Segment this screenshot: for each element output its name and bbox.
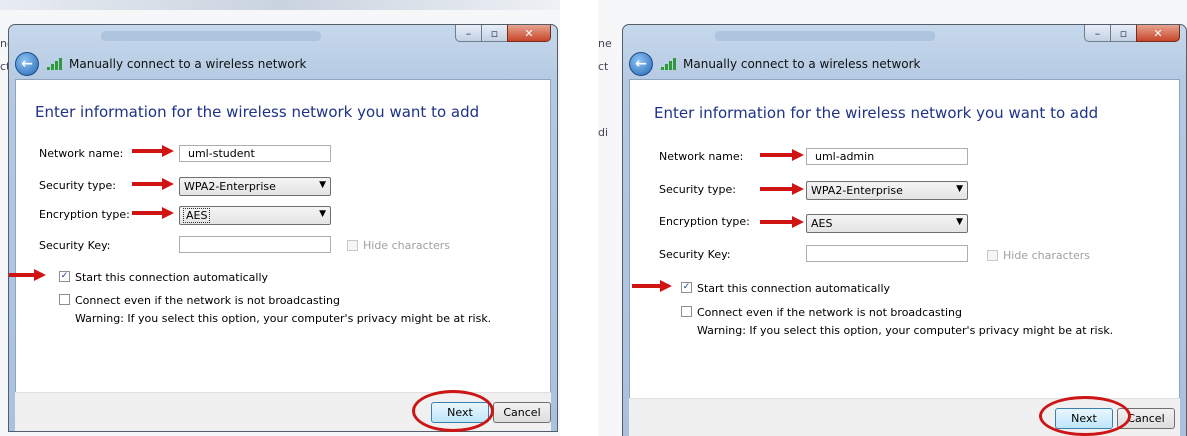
window-title: Manually connect to a wireless network <box>69 57 307 71</box>
security-type-select[interactable]: WPA2-Enterprise ▼ <box>806 181 968 200</box>
wireless-network-icon <box>661 58 677 70</box>
cancel-button[interactable]: Cancel <box>493 402 551 423</box>
background-window-strip <box>0 0 560 10</box>
annotation-arrow <box>632 280 672 292</box>
back-arrow-icon[interactable]: ← <box>15 52 39 76</box>
dropdown-arrow-icon: ▼ <box>319 209 326 219</box>
start-automatically-label: Start this connection automatically <box>697 282 891 295</box>
annotation-arrow <box>760 149 804 161</box>
encryption-type-select[interactable]: AES ▼ <box>806 214 968 233</box>
connect-even-checkbox[interactable] <box>681 306 692 317</box>
connect-even-checkbox[interactable] <box>59 294 70 305</box>
start-automatically-checkbox[interactable]: ✓ <box>59 271 70 282</box>
encryption-type-value: AES <box>182 208 211 223</box>
hide-characters-checkbox[interactable] <box>987 250 998 261</box>
security-key-label: Security Key: <box>39 239 111 252</box>
annotation-arrow <box>132 178 174 190</box>
maximize-button[interactable]: ▫ <box>1110 25 1136 42</box>
title-bar[interactable]: – ▫ ✕ <box>9 25 557 49</box>
address-bar: ← Manually connect to a wireless network <box>629 49 1180 79</box>
connect-even-label: Connect even if the network is not broad… <box>75 294 340 307</box>
connect-even-label: Connect even if the network is not broad… <box>697 306 962 319</box>
hide-characters-label: Hide characters <box>1003 249 1090 262</box>
back-arrow-icon[interactable]: ← <box>629 52 653 76</box>
start-automatically-checkbox[interactable]: ✓ <box>681 282 692 293</box>
dialog-content: Enter information for the wireless netwo… <box>9 79 551 393</box>
annotation-arrow <box>760 216 804 228</box>
dialog-window: – ▫ ✕ ← Manually connect to a wireless n… <box>8 24 558 432</box>
network-name-input[interactable]: uml-student <box>179 145 331 162</box>
annotation-circle <box>412 390 494 432</box>
security-type-value: WPA2-Enterprise <box>811 184 903 197</box>
maximize-button[interactable]: ▫ <box>481 25 507 42</box>
hide-characters-checkbox[interactable] <box>347 240 358 251</box>
title-bar[interactable]: – ▫ ✕ <box>623 25 1186 49</box>
encryption-type-select[interactable]: AES ▼ <box>179 206 331 225</box>
dialog-content: Enter information for the wireless netwo… <box>629 79 1180 399</box>
blurred-title <box>715 31 935 41</box>
network-name-input[interactable]: uml-admin <box>806 148 968 165</box>
dropdown-arrow-icon: ▼ <box>956 184 963 194</box>
privacy-warning-text: Warning: If you select this option, your… <box>697 324 1114 337</box>
security-type-value: WPA2-Enterprise <box>184 180 276 193</box>
page-heading: Enter information for the wireless netwo… <box>35 103 480 121</box>
minimize-button[interactable]: – <box>1084 25 1110 42</box>
background-text-fragment: di <box>598 126 609 139</box>
background-text-fragment: ct <box>598 60 609 73</box>
security-key-input[interactable] <box>179 236 331 253</box>
annotation-arrow <box>9 269 46 281</box>
window-title: Manually connect to a wireless network <box>683 57 921 71</box>
encryption-type-value: AES <box>811 217 833 230</box>
annotation-arrow <box>760 183 804 195</box>
security-type-select[interactable]: WPA2-Enterprise ▼ <box>179 177 331 196</box>
network-name-label: Network name: <box>39 147 124 160</box>
annotation-circle <box>1039 396 1131 436</box>
close-button[interactable]: ✕ <box>1136 25 1180 42</box>
caption-buttons: – ▫ ✕ <box>1084 25 1180 44</box>
encryption-type-label: Encryption type: <box>39 208 130 221</box>
wireless-network-icon <box>47 58 63 70</box>
dropdown-arrow-icon: ▼ <box>956 217 963 227</box>
minimize-button[interactable]: – <box>455 25 481 42</box>
close-button[interactable]: ✕ <box>507 25 551 42</box>
security-type-label: Security type: <box>39 179 116 192</box>
encryption-type-label: Encryption type: <box>659 215 750 228</box>
security-key-label: Security Key: <box>659 248 731 261</box>
annotation-arrow <box>132 145 174 157</box>
page-heading: Enter information for the wireless netwo… <box>654 104 1099 122</box>
annotation-arrow <box>132 207 174 219</box>
network-name-label: Network name: <box>659 150 744 163</box>
start-automatically-label: Start this connection automatically <box>75 271 269 284</box>
privacy-warning-text: Warning: If you select this option, your… <box>75 312 492 325</box>
security-key-input[interactable] <box>806 245 968 262</box>
dialog-window: – ▫ ✕ ← Manually connect to a wireless n… <box>622 24 1187 436</box>
address-bar: ← Manually connect to a wireless network <box>15 49 551 79</box>
screenshot-left: ne ct – ▫ ✕ ← Manually connect to a wire… <box>0 0 560 436</box>
hide-characters-label: Hide characters <box>363 239 450 252</box>
background-text-fragment: ne <box>598 37 612 50</box>
screenshot-right: ne ct di – ▫ ✕ ← Manually connect to a w… <box>598 0 1187 436</box>
blurred-title <box>101 31 321 41</box>
dropdown-arrow-icon: ▼ <box>319 180 326 190</box>
security-type-label: Security type: <box>659 183 736 196</box>
caption-buttons: – ▫ ✕ <box>455 25 551 44</box>
